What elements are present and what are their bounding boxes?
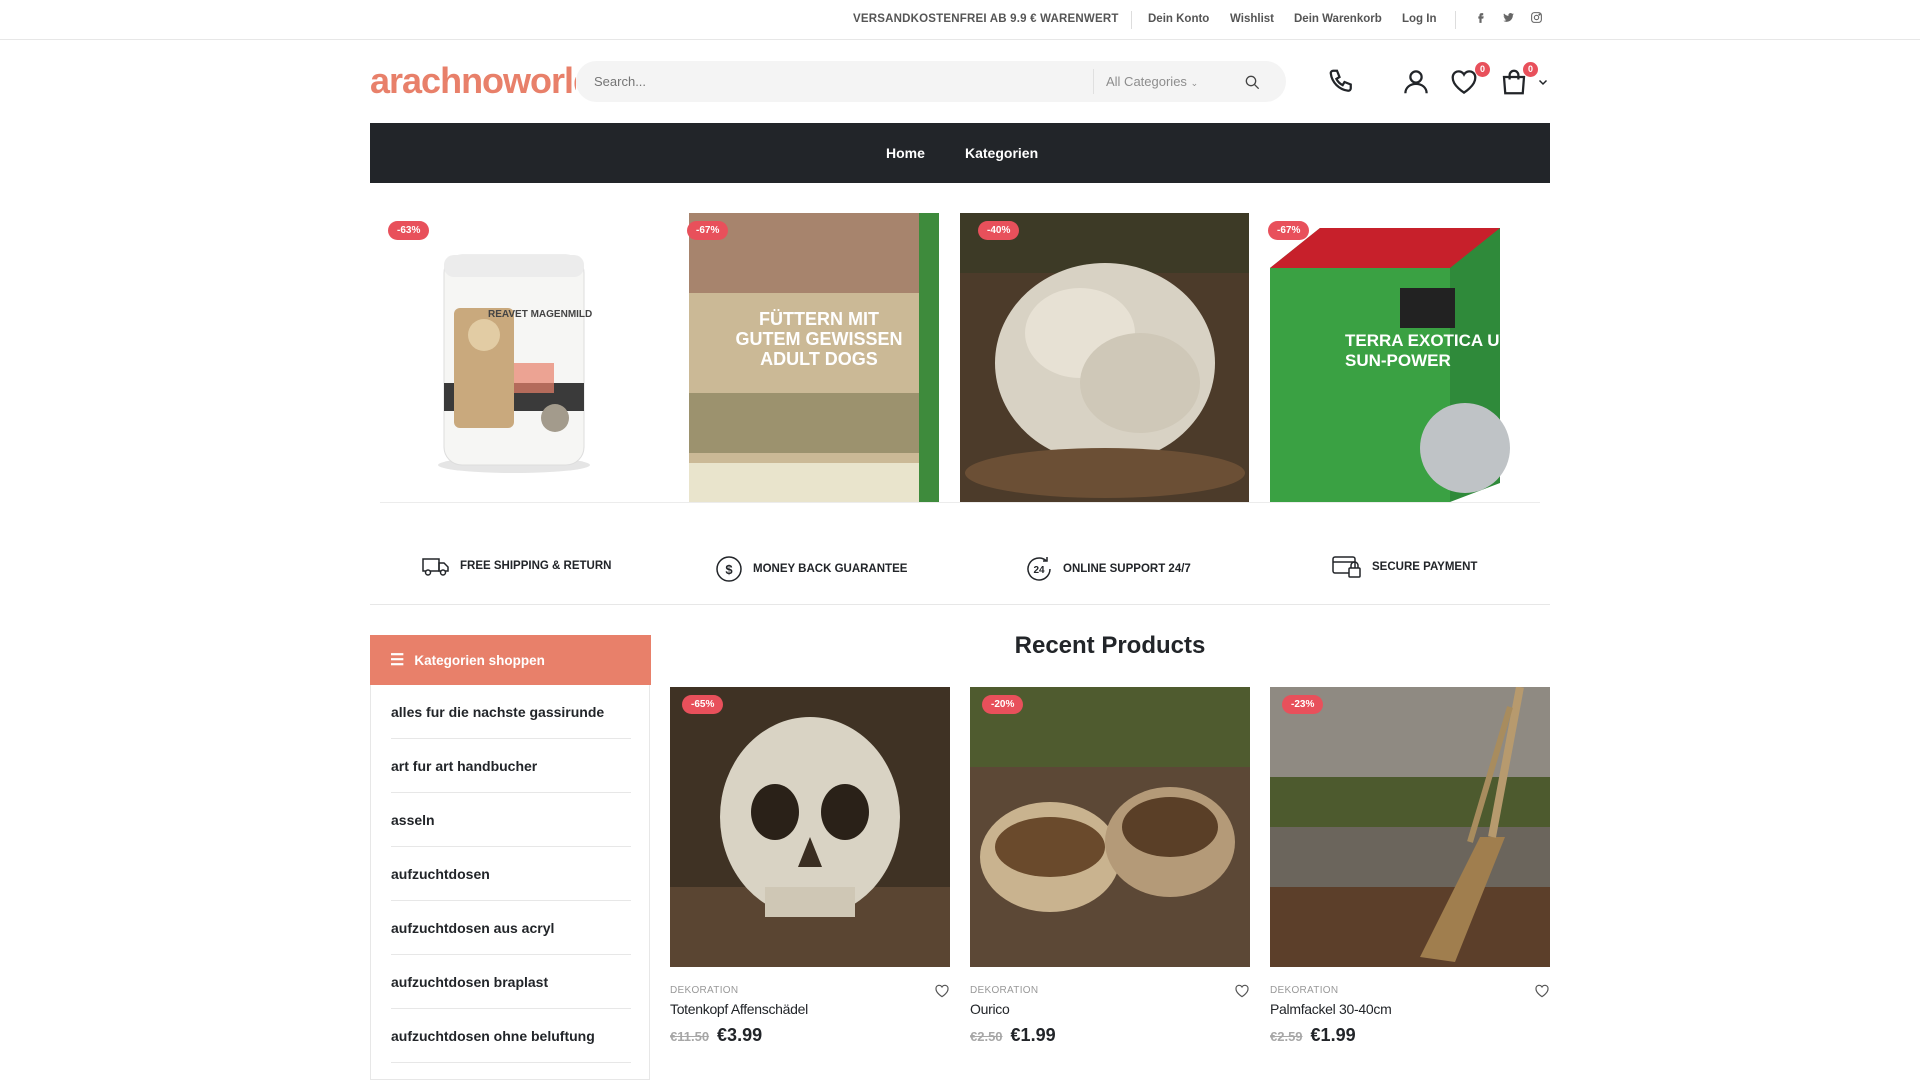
old-price: €11.50 [670, 1029, 710, 1044]
wishlist-button[interactable]: 0 [1448, 62, 1490, 98]
feature-free-shipping: FREE SHIPPING & RETURN [422, 555, 611, 577]
feature-secure-payment: SECURE PAYMENT [1332, 555, 1477, 579]
feature-support: 24 ONLINE SUPPORT 24/7 [1025, 555, 1191, 583]
slider-product[interactable]: -67% FÜTTERN MIT GUTEM GEWISSEN ADULT DO… [669, 213, 958, 502]
instagram-icon[interactable] [1528, 11, 1544, 27]
category-select[interactable]: All Categories ⌄ [1093, 69, 1223, 94]
discount-badge: -67% [1268, 221, 1310, 240]
support-24-icon: 24 [1027, 557, 1051, 581]
sidebar-item[interactable]: aufzuchtdosen [391, 847, 631, 901]
sidebar-header[interactable]: ☰ Kategorien shoppen [370, 635, 651, 685]
product-image[interactable]: -65% [670, 687, 950, 967]
search-input[interactable] [594, 61, 1094, 102]
account-link[interactable]: Dein Konto [1148, 13, 1209, 25]
site-logo[interactable]: arachnoworld [370, 60, 576, 102]
slider-product[interactable]: -63% REAVET MAGENMILD [370, 213, 659, 502]
slider-product[interactable]: -67% TERRA EXOTICA UV SUN-POWER [1250, 213, 1539, 502]
product-category[interactable]: DEKORATION [670, 985, 738, 996]
search-bar: All Categories ⌄ [576, 61, 1286, 102]
chevron-down-icon: ⌄ [1190, 78, 1199, 88]
facebook-icon[interactable] [1472, 11, 1488, 27]
discount-badge: -23% [1282, 695, 1324, 714]
old-price: €2.50 [970, 1029, 1003, 1044]
product-image [960, 213, 1249, 502]
sidebar-item[interactable]: art fur art handbucher [391, 739, 631, 793]
discount-badge: -20% [982, 695, 1024, 714]
product-name[interactable]: Palmfackel 30-40cm [1270, 1001, 1392, 1017]
login-link[interactable]: Log In [1402, 13, 1437, 25]
product-price: €2.50 €1.99 [970, 1025, 1056, 1046]
sidebar-item[interactable]: aufzuchtdosen ohne beluftung [391, 1009, 631, 1063]
category-sidebar: ☰ Kategorien shoppen alles fur die nachs… [370, 635, 651, 1080]
product-image [370, 213, 659, 502]
secure-payment-icon [1332, 556, 1361, 578]
product-category[interactable]: DEKORATION [1270, 985, 1338, 996]
cart-link[interactable]: Dein Warenkorb [1294, 13, 1382, 25]
sidebar-item[interactable]: aufzuchtdosen aus acryl [391, 901, 631, 955]
slider-product-label: REAVET MAGENMILD [488, 309, 593, 320]
features-bar: FREE SHIPPING & RETURN $ MONEY BACK GUAR… [370, 530, 1550, 605]
old-price: €2.59 [1270, 1029, 1303, 1044]
current-price: €3.99 [717, 1025, 763, 1045]
user-icon[interactable] [1400, 66, 1432, 98]
current-price: €1.99 [1010, 1025, 1056, 1045]
menu-icon: ☰ [390, 652, 405, 669]
divider [1455, 11, 1456, 29]
discount-badge: -65% [682, 695, 724, 714]
search-icon [1245, 75, 1260, 89]
dollar-icon: $ [716, 556, 742, 582]
heart-icon[interactable] [1234, 983, 1250, 1004]
product-name[interactable]: Ourico [970, 1001, 1010, 1017]
discount-badge: -67% [687, 221, 729, 240]
wishlist-count-badge: 0 [1475, 62, 1490, 77]
divider [1131, 11, 1132, 29]
product-card[interactable]: -65% DEKORATION Totenkopf Affenschädel €… [670, 687, 950, 1045]
twitter-icon[interactable] [1500, 11, 1516, 27]
cart-button[interactable]: 0 [1496, 62, 1538, 98]
sidebar-item[interactable]: alles fur die nachste gassirunde [391, 685, 631, 739]
truck-icon [422, 558, 449, 576]
slider-product[interactable]: -40% [960, 213, 1249, 502]
product-image[interactable]: -23% [1270, 687, 1550, 967]
product-name[interactable]: Totenkopf Affenschädel [670, 1001, 808, 1017]
main-nav: Home Kategorien [370, 123, 1550, 183]
feature-money-back: $ MONEY BACK GUARANTEE [715, 555, 907, 583]
chevron-down-icon[interactable] [1536, 66, 1550, 98]
product-category[interactable]: DEKORATION [970, 985, 1038, 996]
product-price: €11.50 €3.99 [670, 1025, 762, 1046]
search-button[interactable] [1232, 69, 1272, 94]
recent-products-title: Recent Products [1014, 632, 1206, 659]
product-slider: -63% REAVET MAGENMILD -67% FÜTTERN MIT G… [370, 213, 1550, 503]
slider-product-label: FÜTTERN MIT GUTEM GEWISSEN ADULT DOGS [735, 309, 903, 369]
svg-text:24: 24 [1033, 565, 1045, 576]
product-card[interactable]: -20% DEKORATION Ourico €2.50 €1.99 [970, 687, 1250, 1045]
wishlist-link[interactable]: Wishlist [1230, 13, 1274, 25]
product-image[interactable]: -20% [970, 687, 1250, 967]
slider-product-label: TERRA EXOTICA UV SUN-POWER [1345, 331, 1511, 370]
svg-text:$: $ [725, 562, 733, 577]
phone-icon[interactable] [1326, 66, 1358, 98]
sidebar-item[interactable]: asseln [391, 793, 631, 847]
discount-badge: -40% [978, 221, 1020, 240]
divider [380, 502, 1540, 503]
top-bar: VERSANDKOSTENFREI AB 9.9 € WARENWERT Dei… [0, 0, 1920, 40]
product-price: €2.59 €1.99 [1270, 1025, 1356, 1046]
heart-icon[interactable] [934, 983, 950, 1004]
shipping-promo: VERSANDKOSTENFREI AB 9.9 € WARENWERT [853, 13, 1119, 25]
nav-categories[interactable]: Kategorien [965, 145, 1038, 161]
nav-home[interactable]: Home [886, 145, 925, 161]
product-card[interactable]: -23% DEKORATION Palmfackel 30-40cm €2.59… [1270, 687, 1550, 1045]
sidebar-item[interactable]: aufzuchtdosen braplast [391, 955, 631, 1009]
discount-badge: -63% [388, 221, 430, 240]
current-price: €1.99 [1310, 1025, 1356, 1045]
heart-icon[interactable] [1534, 983, 1550, 1004]
